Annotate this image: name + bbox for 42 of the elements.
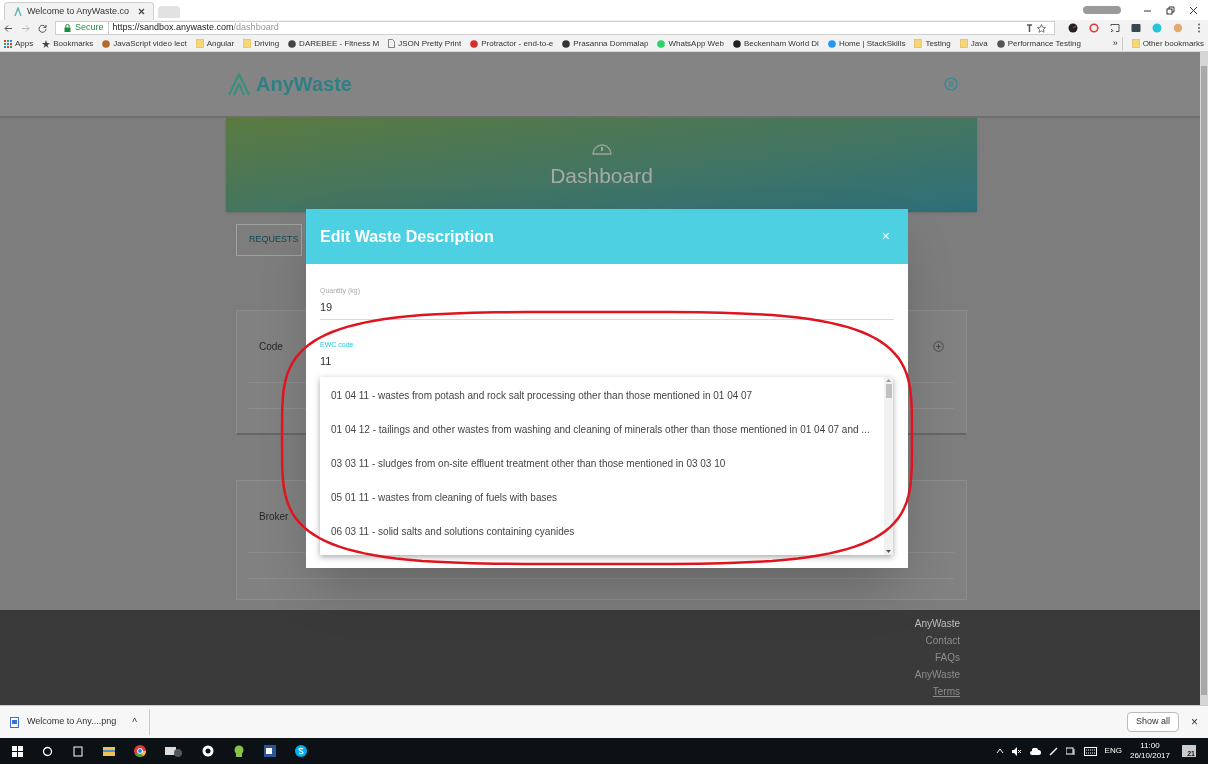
close-button[interactable]: × — [1191, 713, 1198, 731]
bookmark-item[interactable]: Bookmarks — [42, 37, 94, 50]
dropdown-option[interactable]: 01 04 11 - wastes from potash and rock salt processing other than those mentioned in 01 04 07 — [320, 378, 884, 412]
bookmark-item[interactable]: Home | StackSkills — [827, 37, 906, 50]
dropdown-option[interactable]: 03 03 11 - sludges from on-site effluent treatment other than those mentioned in 03 03 10 — [320, 446, 884, 480]
dropdown-option[interactable]: 05 01 11 - wastes from cleaning of fuels with bases — [320, 480, 884, 514]
bookmark-item[interactable]: Angular — [195, 37, 235, 50]
footer-link[interactable]: AnyWaste — [914, 615, 960, 632]
bookmark-item[interactable]: WhatsApp Web — [657, 37, 724, 50]
bookmark-item[interactable]: Testing — [914, 37, 951, 50]
more-bookmarks-button[interactable]: » — [1112, 36, 1123, 51]
bookmark-item[interactable]: JavaScript video lect — [102, 37, 187, 50]
secure-label: Secure — [75, 21, 109, 35]
footer-link[interactable]: Contact — [925, 632, 960, 649]
logo-text: AnyWaste — [256, 72, 352, 97]
bookmark-item[interactable]: Protractor - end-to-e — [470, 37, 554, 50]
bookmark-item[interactable]: Beckenham World Di — [732, 37, 819, 50]
dropdown-option[interactable]: 06 03 11 - solid salts and solutions containing cyanides — [320, 514, 884, 548]
bookmark-item[interactable]: Apps — [4, 37, 34, 50]
bookmark-item[interactable]: Java — [959, 37, 988, 50]
field-label: Broker — [259, 510, 289, 524]
bookmark-item[interactable]: DAREBEE - Fitness M — [288, 37, 380, 50]
caret-icon[interactable]: ^ — [124, 714, 137, 730]
hero-title: Dashboard — [550, 163, 653, 190]
bookmark-item[interactable]: Other bookmarks — [1131, 37, 1204, 50]
modal-title: Edit Waste Description — [320, 226, 494, 247]
clock[interactable]: 11:00 26/10/2017 — [1129, 741, 1170, 761]
show-all-button[interactable]: Show all — [1126, 712, 1179, 732]
language-indicator[interactable]: ENG — [1104, 745, 1122, 757]
browser-tab[interactable]: Welcome to AnyWaste.co — [4, 2, 154, 20]
url-text: https://sandbox.anywaste.com/dashboard — [112, 21, 279, 35]
field-label: Code — [259, 340, 283, 354]
dropdown-option[interactable]: 01 04 12 - tailings and other wastes from washing and cleaning of minerals other than those mentioned in 01 04 07 and ... — [320, 412, 884, 446]
tab-title: Welcome to AnyWaste.co — [27, 4, 131, 18]
bookmark-item[interactable]: Driving — [243, 37, 280, 50]
download-item[interactable]: Welcome to Any....png ^ — [10, 709, 150, 735]
bookmark-item[interactable]: Prasanna Dommalap — [562, 37, 649, 50]
bookmark-item[interactable]: Performance Testing — [996, 37, 1081, 50]
footer-link[interactable]: AnyWaste — [914, 666, 960, 683]
bookmark-item[interactable]: JSON Pretty Print — [388, 37, 462, 50]
footer-link[interactable]: Terms — [932, 683, 960, 700]
address-field[interactable]: Secure https://sandbox.anywaste.com/dashboard — [55, 21, 1055, 35]
